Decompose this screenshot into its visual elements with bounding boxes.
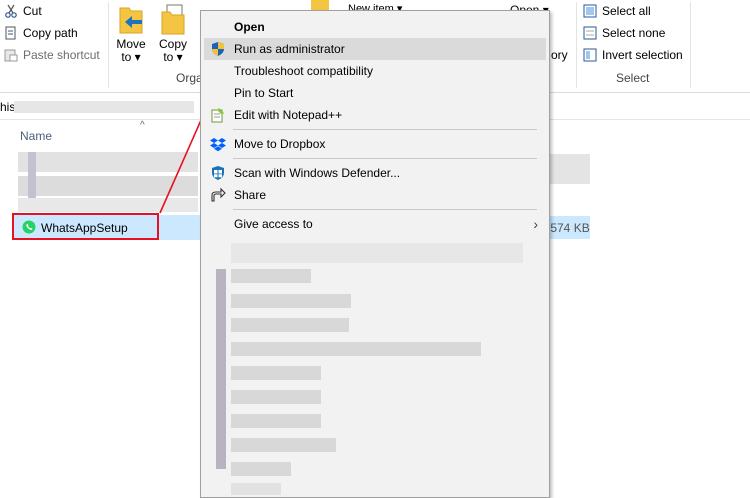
blurred-size-column	[550, 154, 590, 184]
invert-selection-button[interactable]: Invert selection	[583, 45, 683, 65]
group-divider	[576, 2, 577, 88]
sort-ascending-icon: ^	[140, 120, 145, 131]
menu-item-label: Edit with Notepad++	[234, 108, 343, 122]
blurred-menu-item	[231, 366, 321, 380]
invert-selection-icon	[583, 48, 597, 62]
column-header-name[interactable]: Name	[20, 129, 52, 143]
scissors-icon	[4, 4, 18, 18]
menu-item-run-as-administrator[interactable]: Run as administrator	[204, 38, 546, 60]
menu-item-label: Open	[234, 20, 265, 34]
blurred-menu-item	[231, 483, 281, 495]
select-all-icon	[583, 4, 597, 18]
menu-item-troubleshoot-compatibility[interactable]: Troubleshoot compatibility	[204, 60, 546, 82]
select-none-button[interactable]: Select none	[583, 23, 665, 43]
select-all-label: Select all	[602, 4, 651, 18]
blurred-menu-item	[231, 294, 351, 308]
select-none-label: Select none	[602, 26, 666, 40]
select-all-button[interactable]: Select all	[583, 1, 651, 21]
select-none-icon	[583, 26, 597, 40]
history-label: ory	[551, 48, 568, 62]
annotation-highlight-box	[12, 213, 159, 240]
menu-item-label: Run as administrator	[234, 42, 345, 56]
select-group-label: Select	[616, 71, 650, 85]
uac-shield-icon	[210, 41, 226, 57]
windows-defender-icon	[210, 165, 226, 181]
blurred-menu-icons	[216, 269, 226, 469]
copy-path-icon	[4, 26, 18, 40]
menu-item-move-to-dropbox[interactable]: Move to Dropbox	[204, 133, 546, 155]
move-to-label-line2: to ▾	[121, 50, 141, 64]
share-icon	[210, 187, 226, 203]
blurred-menu-item	[231, 390, 321, 404]
paste-shortcut-label: Paste shortcut	[23, 48, 100, 62]
cut-button[interactable]: Cut	[4, 1, 42, 21]
menu-item-label: Troubleshoot compatibility	[234, 64, 373, 78]
menu-item-give-access-to[interactable]: Give access to ›	[204, 213, 546, 235]
menu-item-label: Share	[234, 188, 267, 202]
notepadpp-icon	[210, 107, 226, 123]
selected-file-size: ,574 KB	[547, 221, 590, 235]
dropbox-icon	[210, 136, 226, 152]
menu-separator	[233, 158, 537, 159]
blurred-menu-item	[231, 243, 523, 263]
copy-path-button[interactable]: Copy path	[4, 23, 78, 43]
menu-item-label: Pin to Start	[234, 86, 294, 100]
menu-item-edit-with-notepadpp[interactable]: Edit with Notepad++	[204, 104, 546, 126]
menu-item-open[interactable]: Open	[204, 16, 546, 38]
invert-selection-label: Invert selection	[602, 48, 683, 62]
group-divider	[108, 2, 109, 88]
menu-separator	[233, 209, 537, 210]
cut-label: Cut	[23, 4, 42, 18]
submenu-arrow-icon: ›	[533, 216, 538, 232]
menu-item-scan-with-windows-defender[interactable]: Scan with Windows Defender...	[204, 162, 546, 184]
menu-item-share[interactable]: Share	[204, 184, 546, 206]
menu-item-label: Give access to	[234, 217, 313, 231]
copy-path-label: Copy path	[23, 26, 78, 40]
blurred-menu-item	[231, 438, 336, 452]
blurred-menu-item	[231, 462, 291, 476]
move-to-icon	[116, 2, 146, 38]
copy-to-icon	[158, 2, 188, 38]
menu-item-pin-to-start[interactable]: Pin to Start	[204, 82, 546, 104]
group-divider	[690, 2, 691, 88]
paste-shortcut-icon	[4, 48, 18, 62]
blurred-menu-item	[231, 318, 349, 332]
move-to-button[interactable]: Move to ▾	[113, 2, 149, 64]
menu-item-label: Move to Dropbox	[234, 137, 326, 151]
context-menu: Open Run as administrator Troubleshoot c…	[200, 10, 550, 498]
menu-item-label: Scan with Windows Defender...	[234, 166, 401, 180]
paste-shortcut-button[interactable]: Paste shortcut	[4, 45, 100, 65]
blurred-menu-item	[231, 269, 311, 283]
menu-separator	[233, 129, 537, 130]
column-name-label: Name	[20, 129, 53, 143]
blurred-menu-item	[231, 414, 321, 428]
history-button[interactable]: ory	[551, 48, 568, 62]
blurred-menu-item	[231, 342, 481, 356]
